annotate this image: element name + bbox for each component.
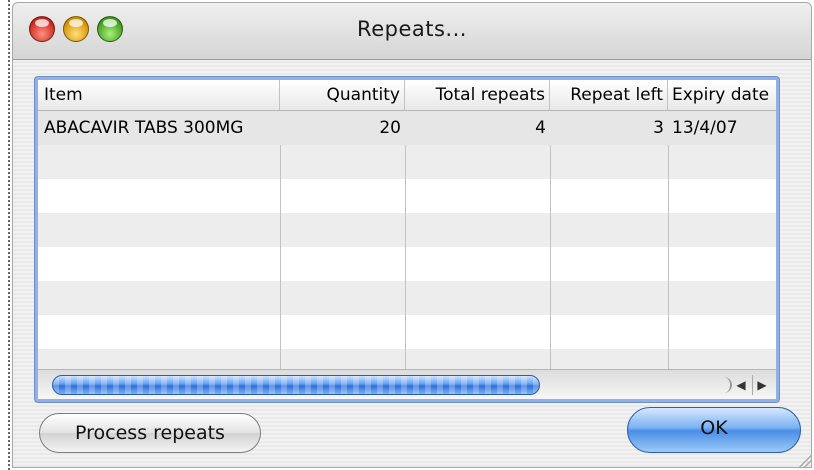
cell-expiry-date: 13/4/07 bbox=[672, 118, 738, 138]
column-divider bbox=[668, 111, 669, 369]
cell-item: ABACAVIR TABS 300MG bbox=[44, 118, 244, 138]
cell-total-repeats: 4 bbox=[535, 118, 546, 138]
column-header-repeat-left[interactable]: Repeat left bbox=[550, 80, 668, 110]
resize-grip-icon[interactable] bbox=[799, 455, 811, 467]
scrollbar-track-end bbox=[718, 377, 732, 393]
horizontal-scrollbar[interactable]: ◀ ▶ bbox=[38, 369, 776, 399]
table-body: ABACAVIR TABS 300MG 20 4 3 13/4/07 bbox=[38, 111, 776, 369]
table-row[interactable]: ABACAVIR TABS 300MG 20 4 3 13/4/07 bbox=[38, 111, 776, 145]
scroll-right-arrow-icon[interactable]: ▶ bbox=[752, 375, 771, 395]
scrollbar-thumb[interactable] bbox=[52, 375, 540, 395]
cell-quantity: 20 bbox=[379, 118, 401, 138]
column-divider bbox=[280, 111, 281, 369]
column-header-expiry-date[interactable]: Expiry date bbox=[668, 80, 776, 110]
column-header-total-repeats[interactable]: Total repeats bbox=[405, 80, 550, 110]
cell-repeat-left: 3 bbox=[653, 118, 664, 138]
process-repeats-button[interactable]: Process repeats bbox=[39, 413, 261, 453]
scroll-left-arrow-icon[interactable]: ◀ bbox=[732, 375, 750, 395]
column-divider bbox=[550, 111, 551, 369]
column-divider bbox=[405, 111, 406, 369]
column-header-quantity[interactable]: Quantity bbox=[280, 80, 405, 110]
selection-marquee-edge bbox=[8, 0, 10, 470]
window-title: Repeats... bbox=[357, 17, 467, 41]
repeats-dialog: Repeats... Item Quantity Total repeats R… bbox=[12, 2, 812, 468]
title-bar[interactable]: Repeats... bbox=[13, 3, 811, 60]
column-header-item[interactable]: Item bbox=[38, 80, 280, 110]
table-header: Item Quantity Total repeats Repeat left … bbox=[38, 80, 776, 111]
ok-button[interactable]: OK bbox=[627, 407, 801, 453]
repeats-table[interactable]: Item Quantity Total repeats Repeat left … bbox=[35, 77, 779, 402]
